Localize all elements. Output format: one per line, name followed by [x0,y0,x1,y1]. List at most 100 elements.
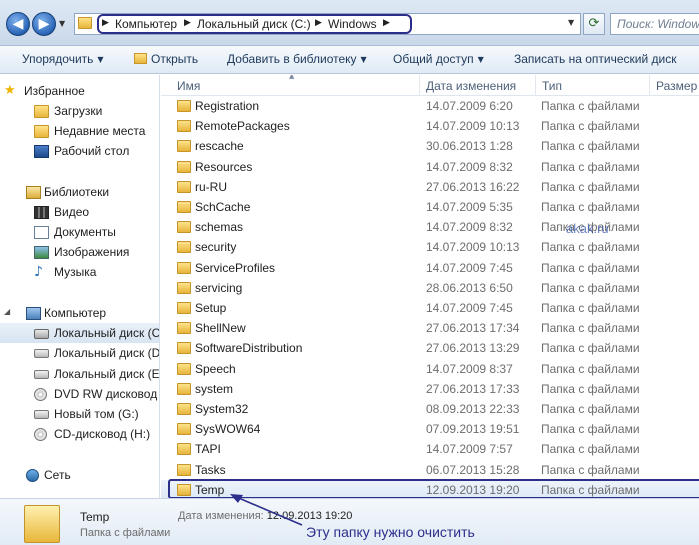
nav-drive-c[interactable]: Локальный диск (C [0,323,159,343]
nav-label: Локальный диск (E: [54,367,160,381]
table-row[interactable]: security 14.07.2009 10:13 Папка с файлами [161,237,699,257]
file-name: Resources [195,160,253,174]
table-row[interactable]: rescache 30.06.2013 1:28 Папка с файлами [161,136,699,156]
table-row[interactable]: SoftwareDistribution 27.06.2013 13:29 Папк… [161,338,699,358]
image-icon [34,246,49,259]
file-type: Папка с файлами [541,160,640,174]
file-type: Папка с файлами [541,402,640,416]
column-divider[interactable] [535,75,536,96]
organize-label: Упорядочить [22,52,94,66]
file-type: Папка с файлами [541,261,640,275]
column-header-modified[interactable]: Дата изменения [426,79,516,93]
table-row[interactable]: TAPI 14.07.2009 7:57 Папка с файлами [161,439,699,459]
nav-new-volume[interactable]: Новый том (G:) [0,404,159,424]
table-row[interactable]: Registration 14.07.2009 6:20 Папка с файла… [161,96,699,116]
temp-highlight-annotation [168,479,699,498]
crumb-windows[interactable]: Windows [328,17,377,31]
chevron-down-icon[interactable]: ◢ [4,307,10,316]
share-button[interactable]: Общий доступ ▼ [393,52,484,66]
drive-icon [34,370,49,379]
add-to-library-button[interactable]: Добавить в библиотеку ▼ [227,52,367,66]
table-row[interactable]: system 27.06.2013 17:33 Папка с файлами [161,379,699,399]
table-row[interactable]: ru-RU 27.06.2013 16:22 Папка с файлами [161,177,699,197]
table-row[interactable]: servicing 28.06.2013 6:50 Папка с файлами [161,278,699,298]
nav-network[interactable]: Сеть [0,465,159,485]
file-type: Папка с файлами [541,321,640,335]
downloads-folder-icon [34,105,49,118]
file-type: Папка с файлами [541,99,640,113]
table-row[interactable]: SysWOW64 07.09.2013 19:51 Папка с файлами [161,419,699,439]
table-row[interactable]: schemas 14.07.2009 8:32 Папка с файлами [161,217,699,237]
refresh-icon: ⟳ [588,16,600,31]
column-header-type[interactable]: Тип [542,79,562,93]
table-row[interactable]: System32 08.09.2013 22:33 Папка с файлами [161,399,699,419]
back-button[interactable]: ◀ [6,12,30,36]
table-row[interactable]: Tasks 06.07.2013 15:28 Папка с файлами [161,460,699,480]
file-type: Папка с файлами [541,463,640,477]
drive-icon [34,349,49,358]
chevron-right-icon[interactable]: ▶ [383,18,390,28]
folder-icon [177,302,191,314]
command-bar: Упорядочить ▼ Открыть Добавить в библиоте… [0,46,699,74]
chevron-down-icon: ▼ [59,19,66,28]
file-modified: 14.07.2009 10:13 [426,240,520,254]
nav-favorites[interactable]: ★ Избранное [0,81,159,101]
table-row[interactable]: Setup 14.07.2009 7:45 Папка с файлами [161,298,699,318]
table-row[interactable]: Resources 14.07.2009 8:32 Папка с файлами [161,157,699,177]
chevron-right-icon[interactable]: ▶ [184,18,191,28]
nav-dvd[interactable]: DVD RW дисковод ( [0,384,159,404]
file-type: Папка с файлами [541,362,640,376]
address-field[interactable]: ▶ Компьютер ▶ Локальный диск (C:) ▶ Wind… [74,13,581,35]
file-modified: 08.09.2013 22:33 [426,402,520,416]
table-row[interactable]: SchCache 14.07.2009 5:35 Папка с файлами [161,197,699,217]
file-modified: 14.07.2009 8:32 [426,220,513,234]
nav-libraries[interactable]: Библиотеки [0,182,159,202]
nav-images[interactable]: Изображения [0,242,159,262]
folder-icon [177,201,191,213]
file-type: Папка с файлами [541,200,640,214]
nav-drive-e[interactable]: Локальный диск (E: [0,364,160,384]
nav-documents[interactable]: Документы [0,222,159,242]
details-name: Temp [80,510,110,524]
search-input[interactable]: Поиск: Window [610,13,699,35]
refresh-button[interactable]: ⟳ [583,13,605,35]
nav-drive-d[interactable]: Локальный диск (D [0,343,160,363]
file-name: Tasks [195,463,226,477]
recent-pages-button[interactable]: ▼ [59,19,69,29]
nav-label: Локальный диск (D [54,346,160,360]
details-modified-label: Дата изменения: [178,510,264,522]
nav-label: Избранное [24,84,85,98]
burn-button[interactable]: Записать на оптический диск [514,52,677,66]
chevron-down-icon: ▼ [477,55,484,64]
arrow-left-icon: ◀ [12,16,24,32]
forward-button[interactable]: ▶ [32,12,56,36]
nav-cd[interactable]: CD-дисковод (H:) [0,424,159,444]
crumb-drive-c[interactable]: Локальный диск (C:) [197,17,311,31]
table-row[interactable]: ShellNew 27.06.2013 17:34 Папка с файлами [161,318,699,338]
nav-music[interactable]: ♪ Музыка [0,262,159,282]
column-divider[interactable] [649,75,650,96]
column-divider[interactable] [419,75,420,96]
folder-icon [177,241,191,253]
nav-video[interactable]: Видео [0,202,159,222]
chevron-right-icon[interactable]: ▶ [102,18,109,28]
folder-icon [177,140,191,152]
organize-button[interactable]: Упорядочить ▼ [22,52,104,66]
star-icon: ★ [4,83,16,98]
crumb-computer[interactable]: Компьютер [115,17,177,31]
file-modified: 07.09.2013 19:51 [426,422,520,436]
open-button[interactable]: Открыть [134,52,198,66]
nav-downloads[interactable]: Загрузки [0,101,159,121]
address-history-dropdown[interactable]: ▼ [568,18,574,27]
column-header-name[interactable]: Имя [177,79,200,93]
file-name: security [195,240,237,254]
nav-computer[interactable]: ◢ Компьютер [0,303,159,323]
file-modified: 14.07.2009 7:45 [426,261,513,275]
nav-desktop[interactable]: Рабочий стол [0,141,159,161]
column-header-size[interactable]: Размер [656,79,697,93]
table-row[interactable]: RemotePackages 14.07.2009 10:13 Папка с фа… [161,116,699,136]
table-row[interactable]: ServiceProfiles 14.07.2009 7:45 Папка с фа… [161,258,699,278]
chevron-right-icon[interactable]: ▶ [315,18,322,28]
nav-recent[interactable]: Недавние места [0,121,159,141]
table-row[interactable]: Speech 14.07.2009 8:37 Папка с файлами [161,359,699,379]
